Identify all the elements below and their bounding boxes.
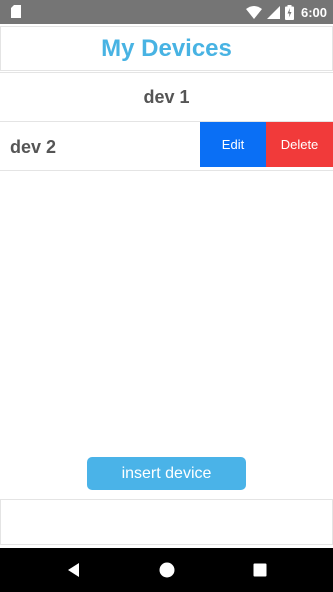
footer-panel	[0, 499, 333, 545]
wifi-icon	[245, 5, 262, 19]
battery-charging-icon	[284, 4, 294, 20]
sd-card-icon	[11, 5, 21, 18]
edit-button[interactable]: Edit	[200, 122, 266, 167]
device-row-dev-2[interactable]: dev 2 Edit Delete	[0, 121, 333, 171]
header: My Devices	[0, 26, 333, 71]
back-triangle-icon[interactable]	[65, 561, 83, 579]
status-time: 6:00	[300, 4, 327, 20]
home-circle-icon[interactable]	[158, 561, 176, 579]
page-title: My Devices	[101, 34, 232, 62]
status-bar: 6:00	[0, 0, 333, 24]
device-row-dev-1[interactable]: dev 1	[0, 72, 333, 122]
cell-signal-icon	[266, 5, 280, 19]
delete-button[interactable]: Delete	[266, 122, 333, 167]
device-label: dev 2	[10, 137, 57, 157]
device-label: dev 1	[143, 86, 190, 107]
navigation-bar	[0, 548, 333, 592]
insert-device-button[interactable]: insert device	[87, 457, 246, 490]
recents-square-icon[interactable]	[251, 561, 269, 579]
